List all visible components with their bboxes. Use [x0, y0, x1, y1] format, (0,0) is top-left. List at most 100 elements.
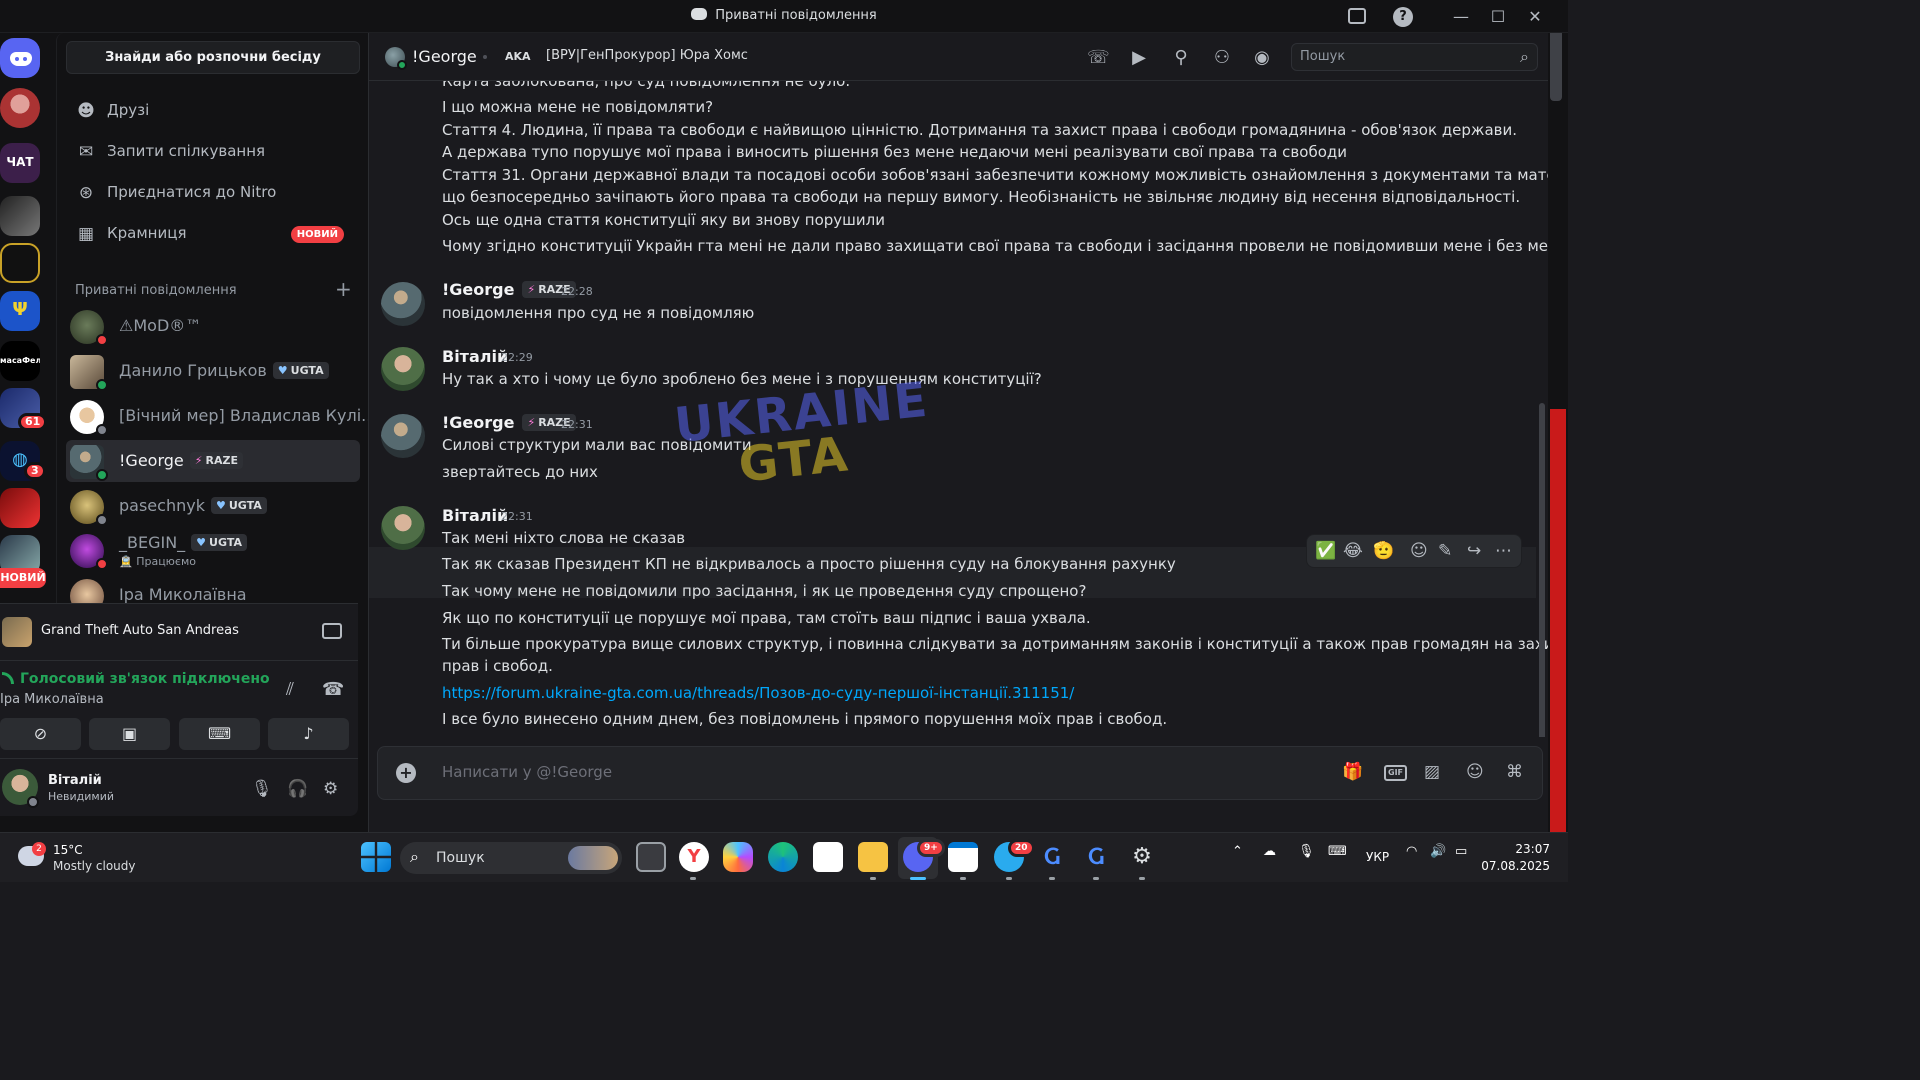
soundboard-button[interactable]: ♪	[268, 718, 349, 750]
dm-item[interactable]: [Вічний мер] Владислав Кулі...	[66, 395, 368, 437]
volume-icon[interactable]: 🔊	[1430, 844, 1446, 859]
copilot-icon[interactable]	[723, 842, 753, 872]
avatar[interactable]	[381, 506, 425, 550]
yandex-browser-icon[interactable]: Y	[679, 842, 709, 872]
microphone-tray-icon[interactable]: 🎙	[1298, 844, 1315, 859]
upload-plus-icon[interactable]: +	[396, 763, 416, 783]
nav-shop[interactable]: ▦ Крамниця НОВИЙ	[66, 214, 360, 254]
emoji-icon[interactable]: ☺	[1466, 762, 1484, 782]
gif-icon[interactable]: GIF	[1384, 765, 1408, 781]
more-options-icon[interactable]: ⋯	[1495, 541, 1512, 561]
voice-call-icon[interactable]: ☏	[1087, 47, 1110, 69]
dm-item[interactable]: ⚠MoD®™	[66, 305, 360, 347]
message-author[interactable]: Віталій	[442, 347, 508, 366]
window-app-icon[interactable]	[948, 842, 978, 872]
edge-icon[interactable]	[768, 842, 798, 872]
pin-icon[interactable]: ⚲	[1170, 47, 1192, 69]
message-author[interactable]: !George ⚡ RAZE	[442, 280, 576, 299]
headphones-icon[interactable]: 🎧	[287, 779, 308, 799]
nav-nitro[interactable]: ⊛ Приєднатися до Nitro	[66, 173, 360, 213]
dm-item[interactable]: pasechnyk ♥ UGTA	[66, 485, 360, 527]
add-reaction-icon[interactable]: ☺	[1410, 541, 1428, 561]
user-profile-icon[interactable]: ◉	[1251, 47, 1273, 69]
battery-icon[interactable]: ▭	[1455, 844, 1467, 859]
message-author[interactable]: !George ⚡ RAZE	[442, 413, 576, 432]
inbox-icon[interactable]	[1348, 8, 1366, 24]
noise-suppression-icon[interactable]: ⫽	[286, 679, 294, 700]
search-input[interactable]	[1300, 49, 1500, 64]
edit-icon[interactable]: ✎	[1438, 541, 1452, 561]
avatar[interactable]	[381, 347, 425, 391]
weather-desc[interactable]: Mostly cloudy	[53, 859, 136, 873]
wifi-icon[interactable]: ◠	[1406, 844, 1417, 859]
new-badge[interactable]: НОВИЙ	[0, 568, 46, 588]
server-trident[interactable]: Ψ	[0, 291, 40, 331]
activities-button[interactable]: ⌨	[179, 718, 260, 750]
dm-item[interactable]: Іра Миколаївна	[66, 574, 360, 603]
sticker-icon[interactable]: ▨	[1424, 762, 1440, 782]
disconnect-icon[interactable]: ☎	[322, 679, 344, 700]
close-button[interactable]: ✕	[1524, 6, 1546, 28]
screen-share-button[interactable]: ▣	[89, 718, 170, 750]
video-call-icon[interactable]: ▶	[1128, 47, 1150, 69]
server-masafel[interactable]: масаФел	[0, 341, 40, 381]
maximize-button[interactable]: ☐	[1487, 6, 1509, 28]
keyboard-icon[interactable]: ⌨	[1328, 844, 1347, 859]
clock-time[interactable]: 23:07	[1500, 842, 1550, 856]
forum-link[interactable]: https://forum.ukraine-gta.com.ua/threads…	[442, 684, 1074, 702]
clock-date[interactable]: 07.08.2025	[1480, 859, 1550, 873]
find-conversation-button[interactable]: Знайди або розпочни бесіду	[66, 41, 360, 74]
dm-item[interactable]: _BEGIN_ ♥ UGTA 🚊 Працюємо	[66, 529, 360, 571]
search-box[interactable]: ⌕	[1291, 43, 1538, 71]
avatar[interactable]	[381, 414, 425, 458]
salute-reaction-icon[interactable]: 🫡	[1373, 541, 1394, 561]
server-icon[interactable]	[0, 88, 40, 128]
check-reaction-icon[interactable]: ✅	[1315, 541, 1336, 561]
avatar[interactable]	[381, 282, 425, 326]
gear-icon[interactable]: ⚙	[323, 779, 338, 799]
launcher-icon[interactable]: Ⴚ	[1081, 842, 1111, 872]
nav-friends[interactable]: ☻ Друзі	[66, 91, 360, 131]
dm-item-active[interactable]: !George ⚡ RAZE	[66, 440, 360, 482]
camera-off-button[interactable]: ⊘	[0, 718, 81, 750]
language-indicator[interactable]: УКР	[1366, 850, 1389, 864]
launcher-icon[interactable]: Ⴚ	[1037, 842, 1067, 872]
minimize-button[interactable]: —	[1450, 6, 1472, 28]
voice-panel: Голосовий зв'язок підключено Іра Миколаї…	[0, 660, 358, 758]
dm-item[interactable]: Данило Грицьков ♥ UGTA	[66, 350, 360, 392]
server-icon[interactable]	[0, 488, 40, 528]
laugh-reaction-icon[interactable]: 😂	[1343, 541, 1363, 561]
server-icon[interactable]	[0, 196, 40, 236]
message-input[interactable]	[442, 763, 1242, 781]
store-icon[interactable]	[813, 842, 843, 872]
microphone-icon[interactable]: 🎙	[251, 779, 273, 799]
task-view-icon[interactable]	[636, 842, 666, 872]
message-timestamp: 22:31	[561, 418, 593, 431]
help-icon[interactable]: ?	[1393, 7, 1413, 27]
create-dm-button[interactable]: +	[335, 277, 352, 301]
stream-game-icon[interactable]	[322, 623, 342, 639]
scrollbar[interactable]	[1539, 403, 1545, 737]
apps-gamepad-icon[interactable]: ⌘	[1506, 762, 1523, 782]
chevron-up-icon[interactable]: ⌃	[1232, 844, 1243, 859]
user-name[interactable]: Віталій	[48, 773, 102, 788]
voice-connected-status[interactable]: Голосовий зв'язок підключено	[2, 671, 270, 687]
taskbar-search[interactable]: ⌕ Пошук	[400, 842, 622, 874]
gift-icon[interactable]: 🎁	[1342, 762, 1363, 782]
settings-gear-icon[interactable]: ⚙	[1127, 842, 1157, 872]
message-list: Карта заблокована, про суд повідомлення …	[369, 81, 1549, 737]
home-button[interactable]	[0, 38, 40, 78]
nav-message-requests[interactable]: ✉ Запити спілкування	[66, 132, 360, 172]
forward-icon[interactable]: ↪	[1467, 541, 1481, 561]
file-explorer-icon[interactable]	[858, 842, 888, 872]
server-icon[interactable]	[0, 243, 40, 283]
chat-recipient-name[interactable]: !George	[412, 47, 477, 66]
server-chat[interactable]: ЧАТ	[0, 143, 40, 183]
weather-temp[interactable]: 15°C	[53, 843, 83, 857]
message-timestamp: 22:31	[501, 510, 533, 523]
voice-channel-name[interactable]: Іра Миколаївна	[0, 692, 104, 707]
add-friends-icon[interactable]: ⚇	[1211, 47, 1233, 69]
onedrive-icon[interactable]: ☁	[1263, 844, 1276, 859]
unread-badge: 61	[18, 413, 48, 431]
message-author[interactable]: Віталій	[442, 506, 508, 525]
